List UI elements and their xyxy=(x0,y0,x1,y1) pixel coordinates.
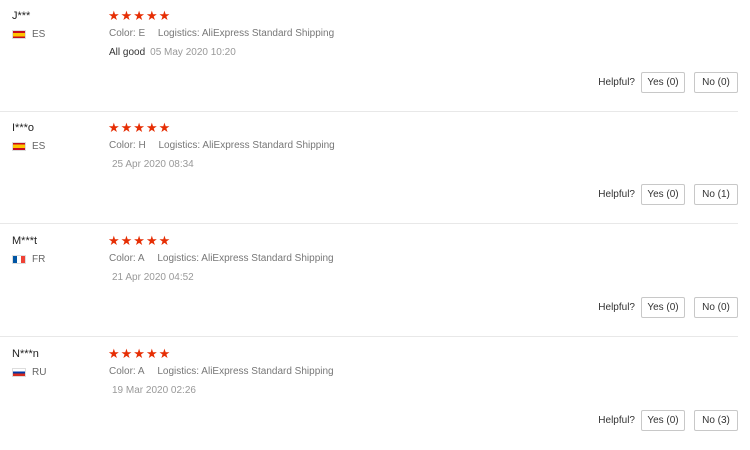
helpful-label: Helpful? xyxy=(598,189,635,200)
star-rating: ★★★★★ xyxy=(108,233,172,248)
helpful-row: Helpful? Yes (0) No (0) xyxy=(598,72,738,93)
star-rating: ★★★★★ xyxy=(108,120,172,135)
star-rating: ★★★★★ xyxy=(108,346,172,361)
helpful-yes-button[interactable]: Yes (0) xyxy=(641,410,685,431)
spain-flag-icon xyxy=(12,30,26,39)
color-label: Color: xyxy=(109,140,136,151)
helpful-yes-button[interactable]: Yes (0) xyxy=(641,184,685,205)
review-meta: Color: A Logistics: AliExpress Standard … xyxy=(109,253,334,264)
reviewer-name: N***n xyxy=(12,348,39,360)
logistics-value: AliExpress Standard Shipping xyxy=(201,366,334,377)
helpful-yes-button[interactable]: Yes (0) xyxy=(641,72,685,93)
review-meta: Color: H Logistics: AliExpress Standard … xyxy=(109,140,335,151)
color-value: A xyxy=(137,366,145,377)
color-label: Color: xyxy=(109,253,136,264)
review-item: N***n RU ★★★★★ Color: A Logistics: AliEx… xyxy=(0,338,738,450)
reviewer-country: FR xyxy=(12,254,45,265)
helpful-no-button[interactable]: No (1) xyxy=(694,184,738,205)
review-meta: Color: A Logistics: AliExpress Standard … xyxy=(109,366,334,377)
russia-flag-icon xyxy=(12,368,26,377)
star-rating: ★★★★★ xyxy=(108,8,172,23)
review-date: 05 May 2020 10:20 xyxy=(150,47,236,58)
review-body: 21 Apr 2020 04:52 xyxy=(112,272,194,283)
color-value: A xyxy=(137,253,145,264)
logistics-label: Logistics: xyxy=(158,140,201,151)
review-date: 21 Apr 2020 04:52 xyxy=(112,272,194,283)
helpful-label: Helpful? xyxy=(598,415,635,426)
color-value: H xyxy=(138,140,146,151)
logistics-label: Logistics: xyxy=(157,253,200,264)
country-code: FR xyxy=(32,254,46,265)
review-item: I***o ES ★★★★★ Color: H Logistics: AliEx… xyxy=(0,112,738,224)
helpful-no-button[interactable]: No (3) xyxy=(694,410,738,431)
country-code: RU xyxy=(32,367,47,378)
helpful-no-button[interactable]: No (0) xyxy=(694,297,738,318)
reviewer-name: I***o xyxy=(12,122,35,134)
france-flag-icon xyxy=(12,255,26,264)
logistics-value: AliExpress Standard Shipping xyxy=(202,140,335,151)
review-date: 19 Mar 2020 02:26 xyxy=(112,385,196,396)
logistics-value: AliExpress Standard Shipping xyxy=(201,28,335,39)
review-body: All good 05 May 2020 10:20 xyxy=(109,47,236,58)
helpful-yes-button[interactable]: Yes (0) xyxy=(641,297,685,318)
color-value: E xyxy=(138,28,146,39)
helpful-row: Helpful? Yes (0) No (3) xyxy=(598,410,738,431)
reviewer-name: M***t xyxy=(12,235,38,247)
helpful-no-button[interactable]: No (0) xyxy=(694,72,738,93)
reviewer-country: ES xyxy=(12,29,45,40)
helpful-label: Helpful? xyxy=(598,77,635,88)
color-label: Color: xyxy=(109,28,136,39)
helpful-label: Helpful? xyxy=(598,302,635,313)
helpful-row: Helpful? Yes (0) No (0) xyxy=(598,297,738,318)
logistics-value: AliExpress Standard Shipping xyxy=(201,253,334,264)
reviewer-country: RU xyxy=(12,367,46,378)
reviewer-country: ES xyxy=(12,141,45,152)
review-date: 25 Apr 2020 08:34 xyxy=(112,159,194,170)
review-body: 19 Mar 2020 02:26 xyxy=(112,385,196,396)
review-body: 25 Apr 2020 08:34 xyxy=(112,159,194,170)
logistics-label: Logistics: xyxy=(157,28,200,39)
review-item: J*** ES ★★★★★ Color: E Logistics: AliExp… xyxy=(0,0,738,112)
review-text: All good xyxy=(109,47,146,58)
country-code: ES xyxy=(32,141,46,152)
color-label: Color: xyxy=(109,366,136,377)
spain-flag-icon xyxy=(12,142,26,151)
reviewer-name: J*** xyxy=(12,10,31,22)
helpful-row: Helpful? Yes (0) No (1) xyxy=(598,184,738,205)
logistics-label: Logistics: xyxy=(157,366,200,377)
review-item: M***t FR ★★★★★ Color: A Logistics: AliEx… xyxy=(0,225,738,337)
country-code: ES xyxy=(32,29,46,40)
review-meta: Color: E Logistics: AliExpress Standard … xyxy=(109,28,334,39)
